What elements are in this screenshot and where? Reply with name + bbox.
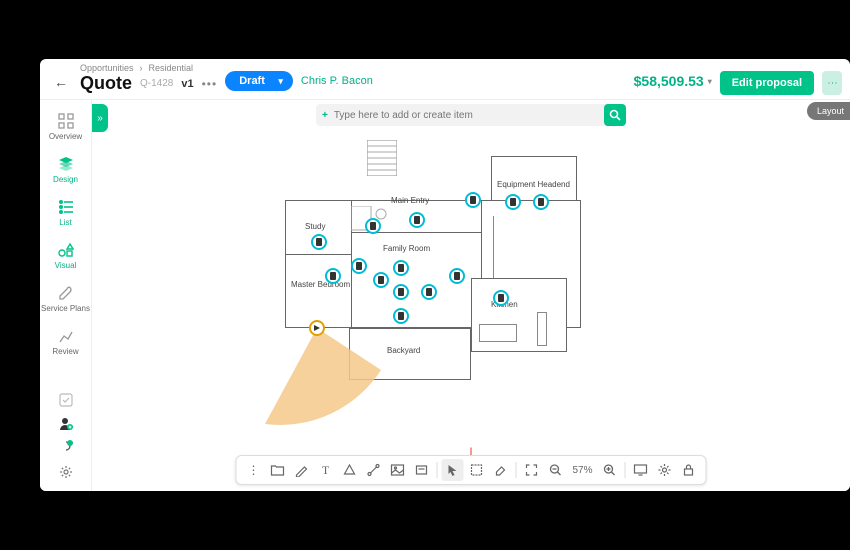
label-master: Master Bedroom: [291, 280, 350, 289]
tool-zoom-out-icon[interactable]: [544, 459, 566, 481]
camera-cone-icon: [261, 324, 381, 444]
camera-device[interactable]: [309, 320, 325, 336]
device-eq-2[interactable]: [533, 194, 549, 210]
device-kitchen[interactable]: [493, 290, 509, 306]
label-equipment: Equipment Headend: [497, 180, 570, 189]
status-dropdown[interactable]: Draft: [225, 71, 293, 91]
chart-icon: [57, 327, 75, 345]
layout-tab[interactable]: Layout: [807, 102, 850, 120]
breadcrumb: Opportunities › Residential: [80, 63, 217, 73]
tool-pencil-icon[interactable]: [290, 459, 312, 481]
add-user-icon[interactable]: [57, 415, 75, 433]
layers-icon: [57, 155, 75, 173]
owner-link[interactable]: Chris P. Bacon: [301, 75, 373, 87]
tool-menu[interactable]: ⋮: [242, 459, 264, 481]
tool-shape-icon[interactable]: [338, 459, 360, 481]
floorplan[interactable]: Equipment Headend Study Main Entry Famil…: [261, 140, 681, 430]
plus-icon: +: [316, 110, 334, 121]
device-master[interactable]: [325, 268, 341, 284]
device-study[interactable]: [311, 234, 327, 250]
gear-icon[interactable]: [57, 463, 75, 481]
grid-icon: [57, 112, 75, 130]
tool-folder-icon[interactable]: [266, 459, 288, 481]
breadcrumb-a[interactable]: Opportunities: [80, 63, 134, 73]
device-fam-6[interactable]: [421, 284, 437, 300]
label-family: Family Room: [383, 244, 430, 253]
label-backyard: Backyard: [387, 346, 420, 355]
tool-settings-icon[interactable]: [654, 459, 676, 481]
label-study: Study: [305, 222, 325, 231]
device-fam-4[interactable]: [393, 284, 409, 300]
edit-proposal-button[interactable]: Edit proposal: [720, 71, 814, 95]
checkbox-icon[interactable]: [57, 391, 75, 409]
search-bar[interactable]: +: [316, 104, 626, 126]
total-amount[interactable]: $58,509.53 ▾: [634, 73, 712, 89]
app-window: ← Opportunities › Residential Quote Q-14…: [40, 59, 850, 491]
header-left: Opportunities › Residential Quote Q-1428…: [80, 63, 217, 94]
sidebar-item-design[interactable]: Design: [40, 149, 91, 190]
device-fam-7[interactable]: [449, 268, 465, 284]
bottom-toolbar: ⋮ T 57%: [235, 455, 706, 485]
header: ← Opportunities › Residential Quote Q-14…: [40, 59, 850, 100]
device-fam-2[interactable]: [373, 272, 389, 288]
title-row: Quote Q-1428 v1 •••: [80, 73, 217, 94]
tool-lock-icon[interactable]: [678, 459, 700, 481]
status-label: Draft: [239, 75, 265, 87]
tool-equipment-icon[interactable]: [410, 459, 432, 481]
sidebar: Overview Design List Visual Service Plan…: [40, 100, 92, 491]
sidebar-item-list[interactable]: List: [40, 192, 91, 233]
device-fam-1[interactable]: [351, 258, 367, 274]
tool-zoom-in-icon[interactable]: [599, 459, 621, 481]
tool-present-icon[interactable]: [630, 459, 652, 481]
search-button[interactable]: [604, 104, 626, 126]
title-more-icon[interactable]: •••: [202, 77, 218, 91]
device-hall[interactable]: [465, 192, 481, 208]
device-eq-1[interactable]: [505, 194, 521, 210]
tool-eraser-icon[interactable]: [489, 459, 511, 481]
tool-connector-icon[interactable]: [362, 459, 384, 481]
wrench-icon: [57, 284, 75, 302]
canvas[interactable]: » + Layout Equipment Headend: [92, 100, 850, 491]
tool-image-icon[interactable]: [386, 459, 408, 481]
body: Overview Design List Visual Service Plan…: [40, 100, 850, 491]
expand-panel-button[interactable]: »: [92, 104, 108, 132]
device-entry[interactable]: [365, 218, 381, 234]
device-entry-2[interactable]: [409, 212, 425, 228]
sidebar-item-service-plans[interactable]: Service Plans: [40, 278, 91, 319]
sidebar-item-review[interactable]: Review: [40, 321, 91, 362]
sidebar-item-visual[interactable]: Visual: [40, 235, 91, 276]
header-more-button[interactable]: ⋮: [822, 71, 842, 95]
tool-text-icon[interactable]: T: [314, 459, 336, 481]
quote-id: Q-1428: [140, 78, 173, 89]
back-button[interactable]: ←: [50, 71, 72, 93]
sidebar-bottom: [57, 391, 75, 485]
tool-select-icon[interactable]: [465, 459, 487, 481]
activity-icon[interactable]: [57, 439, 75, 457]
list-icon: [57, 198, 75, 216]
sidebar-item-overview[interactable]: Overview: [40, 106, 91, 147]
page-title: Quote: [80, 73, 132, 94]
tool-fit-icon[interactable]: [520, 459, 542, 481]
device-fam-5[interactable]: [393, 308, 409, 324]
tool-pointer-icon[interactable]: [441, 459, 463, 481]
breadcrumb-b[interactable]: Residential: [149, 63, 194, 73]
zoom-level: 57%: [568, 465, 596, 476]
chevron-down-icon: ▾: [708, 77, 712, 86]
search-input[interactable]: [334, 110, 604, 121]
label-main-entry: Main Entry: [391, 196, 429, 205]
shapes-icon: [57, 241, 75, 259]
device-fam-3[interactable]: [393, 260, 409, 276]
version[interactable]: v1: [181, 78, 193, 90]
